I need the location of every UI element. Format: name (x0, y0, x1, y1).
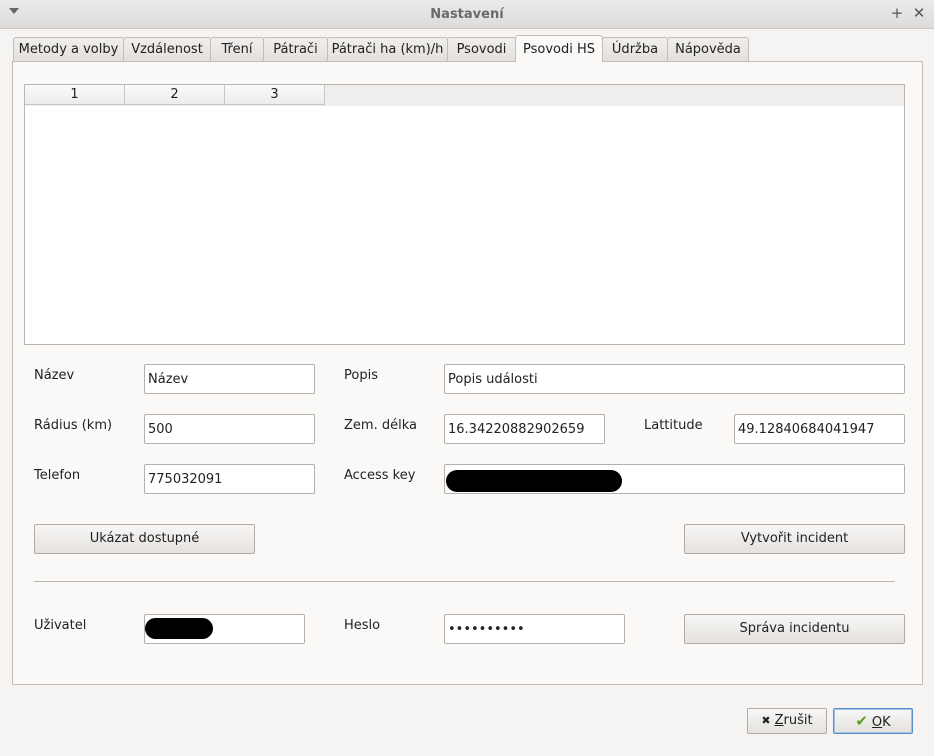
cancel-icon: ✖ (761, 714, 771, 727)
checkmark-icon: ✔ (855, 712, 868, 730)
tab-treni[interactable]: Tření (210, 37, 264, 61)
password-label: Heslo (344, 618, 381, 633)
nazev-label: Název (34, 368, 75, 383)
tab-vzdalenost[interactable]: Vzdálenost (123, 37, 211, 61)
show-available-button[interactable]: Ukázat dostupné (34, 524, 255, 554)
tab-psovodi-hs[interactable]: Psovodi HS (515, 35, 603, 62)
zem-delka-input[interactable] (444, 414, 605, 444)
tab-patraci-ha[interactable]: Pátrači ha (km)/h (327, 37, 448, 61)
tab-napoveda[interactable]: Nápověda (667, 37, 749, 61)
tab-patraci[interactable]: Pátrači (263, 37, 328, 61)
radius-input[interactable] (144, 414, 315, 444)
create-incident-button[interactable]: Vytvořit incident (684, 524, 905, 554)
maximize-icon[interactable]: + (888, 4, 906, 22)
window-title: Nastavení (430, 7, 504, 22)
tab-psovodi[interactable]: Psovodi (447, 37, 516, 61)
lattitude-input[interactable] (734, 414, 905, 444)
user-redaction (145, 618, 213, 639)
lattitude-label: Lattitude (644, 418, 703, 433)
popis-label: Popis (344, 368, 378, 383)
separator (34, 581, 895, 582)
manage-incident-button[interactable]: Správa incidentu (684, 614, 905, 644)
zem-delka-label: Zem. délka (344, 418, 417, 433)
radius-label: Rádius (km) (34, 418, 113, 433)
tab-udrzba[interactable]: Údržba (602, 37, 668, 61)
access-key-redaction (446, 470, 622, 492)
popis-input[interactable] (444, 364, 905, 394)
table-header: 1 2 3 (25, 85, 904, 106)
column-header-1[interactable]: 1 (25, 85, 125, 105)
cancel-button[interactable]: ✖ Zrušit (747, 708, 827, 734)
access-key-label: Access key (344, 468, 416, 483)
title-bar: Nastavení + ✕ (0, 0, 934, 29)
telefon-input[interactable] (144, 464, 315, 494)
ok-button[interactable]: ✔ OK (833, 708, 913, 734)
incident-table[interactable]: 1 2 3 (24, 84, 905, 345)
telefon-label: Telefon (34, 468, 81, 483)
user-label: Uživatel (34, 618, 87, 633)
close-icon[interactable]: ✕ (910, 4, 928, 22)
password-input[interactable] (444, 614, 625, 644)
column-header-2[interactable]: 2 (125, 85, 225, 105)
nazev-input[interactable] (144, 364, 315, 394)
column-header-3[interactable]: 3 (225, 85, 325, 105)
tab-metody-a-volby[interactable]: Metody a volby (13, 37, 124, 61)
